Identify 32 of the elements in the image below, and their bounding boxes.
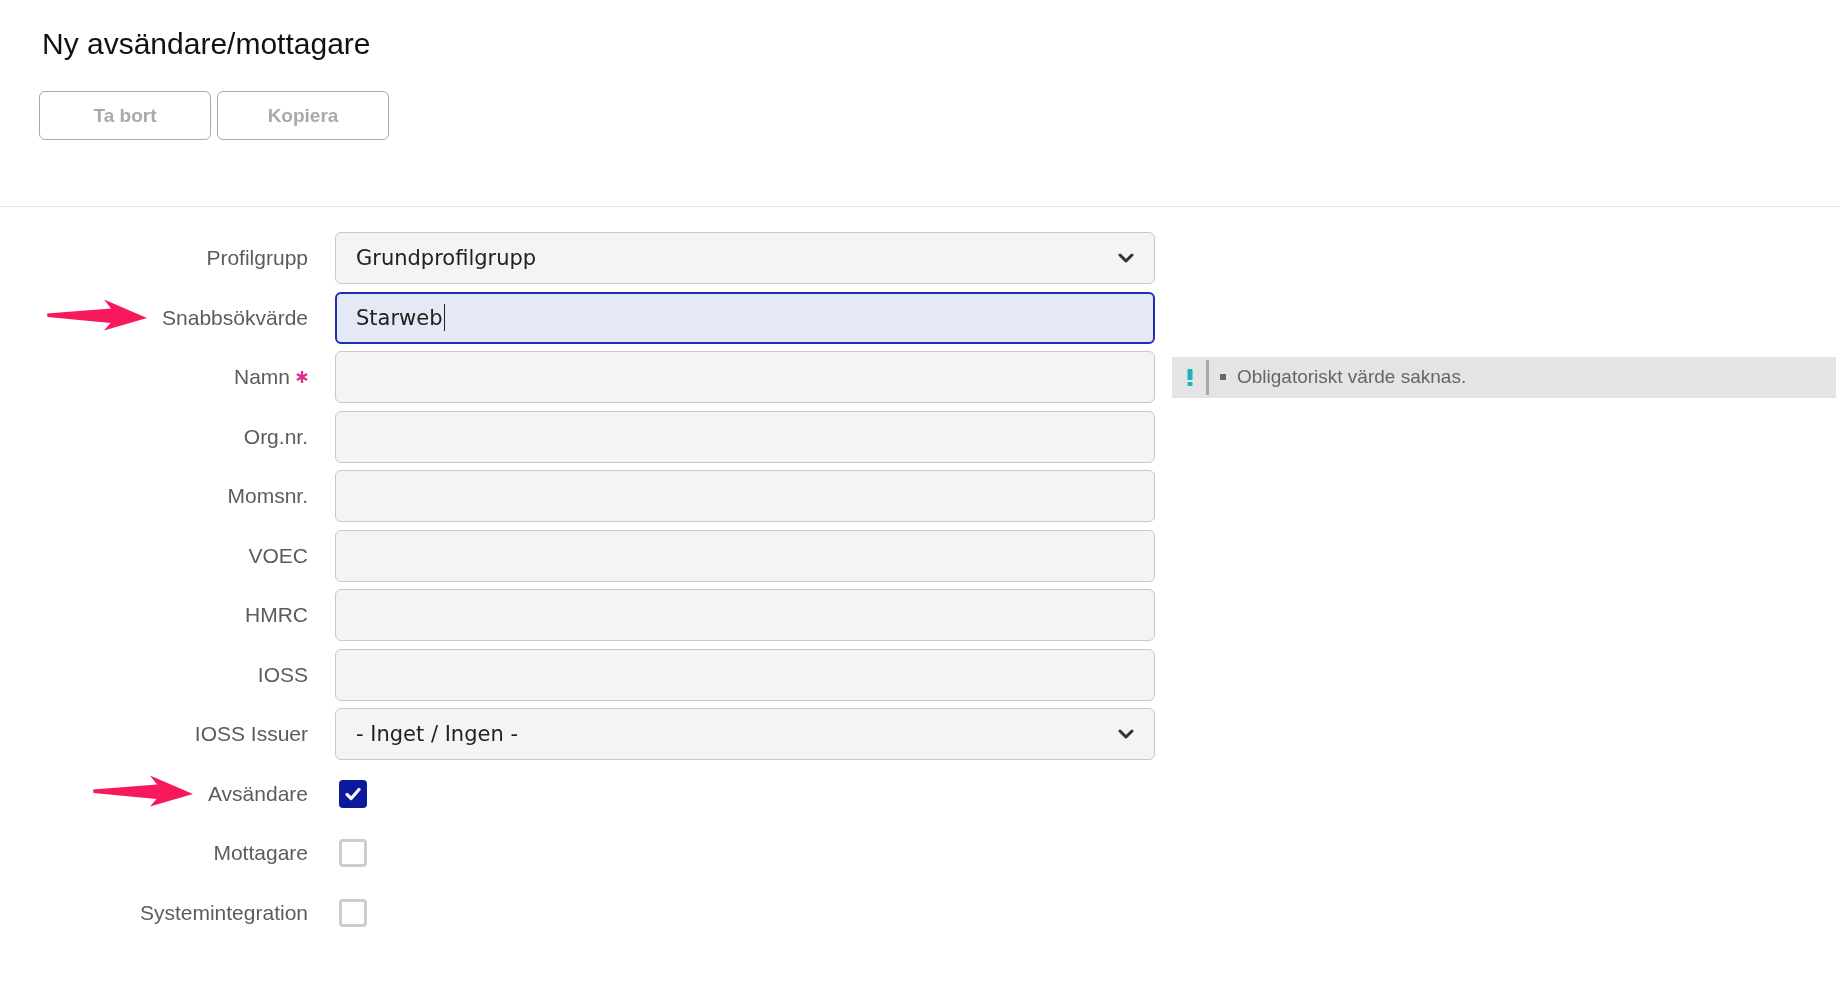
- chevron-down-icon: [1118, 253, 1134, 263]
- input-field[interactable]: [335, 529, 1155, 582]
- checkbox[interactable]: [339, 779, 367, 808]
- checkmark-icon: [345, 786, 361, 801]
- input-field[interactable]: [335, 648, 1155, 701]
- checkbox[interactable]: [339, 839, 367, 867]
- field-label: IOSS Issuer: [194, 722, 308, 746]
- field-label: Avsändare: [207, 781, 308, 806]
- field-label: VOEC: [248, 543, 308, 568]
- chevron-down-icon: [1118, 729, 1134, 739]
- dropdown[interactable]: Grundprofilgrupp: [335, 232, 1155, 284]
- error-text: Obligatoriskt värde saknas.: [1237, 366, 1467, 388]
- input-field[interactable]: Starweb: [335, 291, 1155, 344]
- field-label: IOSS: [257, 662, 308, 687]
- input-field[interactable]: [335, 410, 1155, 463]
- field-label: Mottagare: [213, 841, 308, 865]
- input-field[interactable]: [335, 589, 1155, 641]
- input-field[interactable]: [335, 351, 1155, 403]
- field-label: Namn: [233, 365, 290, 389]
- field-label: Snabbsökvärde: [162, 305, 308, 330]
- dropdown[interactable]: - Inget / Ingen -: [335, 708, 1155, 760]
- field-label: Momsnr.: [227, 484, 308, 508]
- checkbox[interactable]: [339, 898, 367, 927]
- input-field[interactable]: [335, 470, 1155, 522]
- bullet-icon: [1220, 374, 1226, 380]
- field-label: HMRC: [245, 603, 308, 627]
- exclamation-icon: [1187, 368, 1193, 386]
- field-label: Systemintegration: [139, 900, 308, 925]
- page-title: Ny avsändare/mottagare: [42, 26, 371, 62]
- field-label: Profilgrupp: [206, 246, 308, 270]
- field-label: Org.nr.: [243, 424, 308, 449]
- text-cursor: [443, 304, 445, 331]
